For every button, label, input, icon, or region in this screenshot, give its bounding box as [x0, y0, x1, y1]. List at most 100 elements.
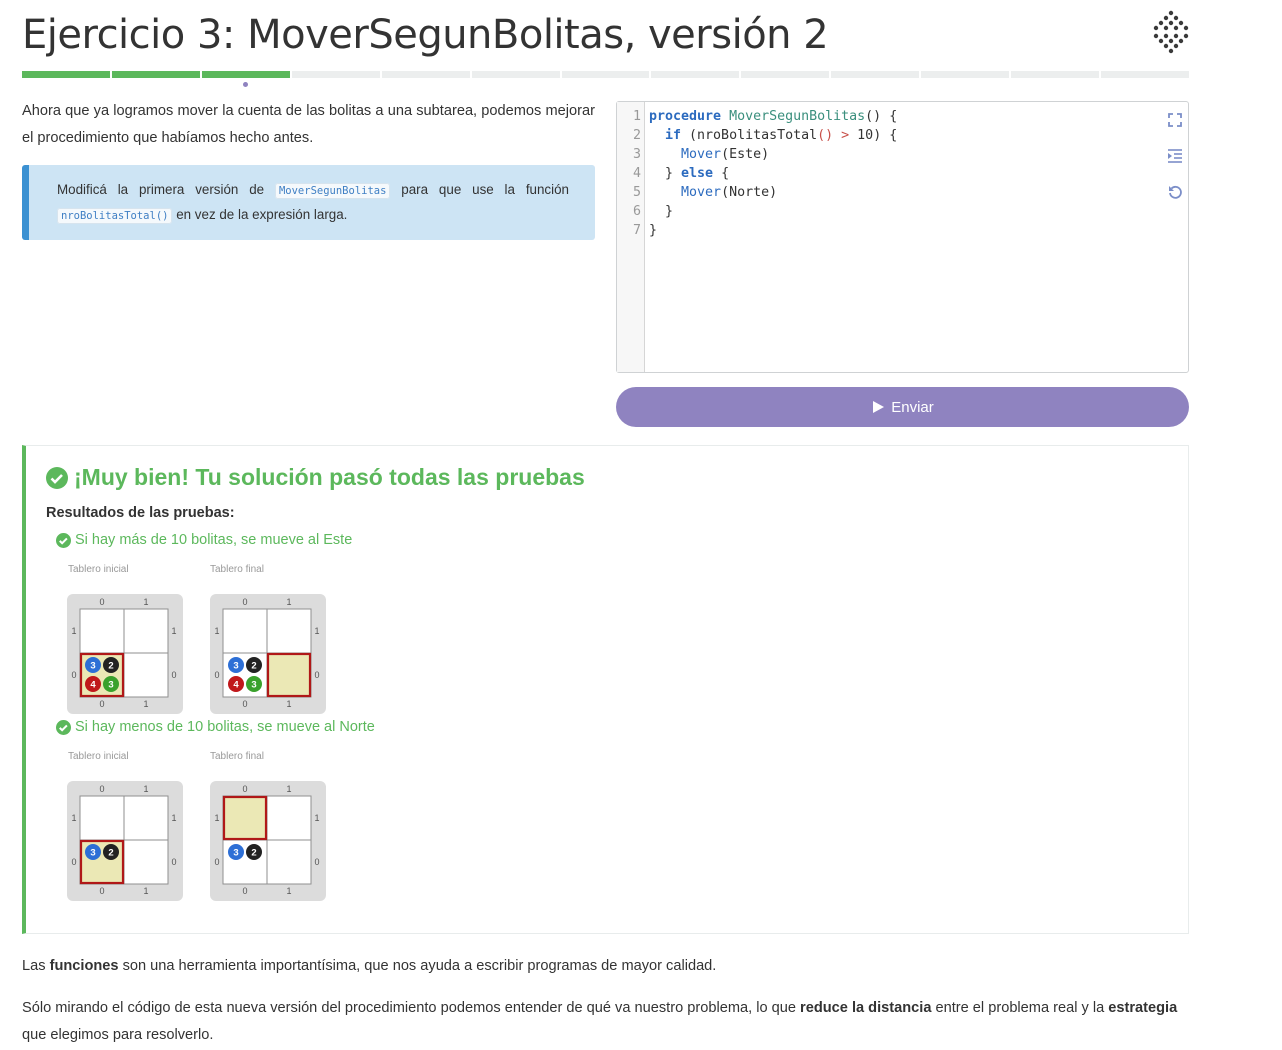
- test-name: Si hay más de 10 bolitas, se mueve al Es…: [75, 532, 353, 548]
- instructions-callout: Modificá la primera versión de MoverSegu…: [22, 165, 595, 240]
- results-title: ¡Muy bien! Tu solución pasó todas las pr…: [46, 464, 585, 491]
- check-circle-icon: [56, 532, 71, 548]
- column-label: 1: [286, 597, 291, 607]
- board-cell: [222, 795, 268, 841]
- code-line[interactable]: 6 }: [617, 202, 1137, 221]
- line-number: 6: [632, 204, 641, 219]
- progress-segment[interactable]: [651, 71, 740, 78]
- progress-segment[interactable]: [831, 71, 920, 78]
- code-editor[interactable]: 1 procedure MoverSegunBolitas() { 2 if (n…: [616, 101, 1189, 373]
- progress-segment[interactable]: [22, 71, 110, 78]
- row-label: 0: [171, 670, 176, 680]
- column-label: 0: [242, 784, 247, 794]
- board-cell: [266, 652, 312, 698]
- instructions-text-part: para que use la función: [390, 182, 569, 197]
- row-label: 1: [171, 813, 176, 823]
- code-line[interactable]: 4 } else {: [617, 164, 1137, 183]
- board-cell: [123, 652, 169, 698]
- board-cell: [79, 795, 125, 841]
- test-result-title[interactable]: Si hay más de 10 bolitas, se mueve al Es…: [56, 532, 352, 548]
- initial-board-label: Tablero inicial: [68, 564, 129, 575]
- board-cell: [79, 608, 125, 654]
- board-initial: 0 0 1 1 1 1 0 0 3 2: [67, 781, 183, 901]
- play-icon: [873, 401, 885, 413]
- footer-paragraph-1: Las funciones son una herramienta import…: [22, 955, 716, 977]
- mumuki-logo-icon[interactable]: [1152, 10, 1190, 54]
- ball-count: 3: [233, 661, 238, 672]
- final-board-label: Tablero final: [210, 564, 264, 575]
- ball-count: 3: [108, 680, 113, 691]
- board-cell: [123, 608, 169, 654]
- check-circle-icon: [56, 719, 71, 735]
- progress-segment[interactable]: [1011, 71, 1100, 78]
- intro-paragraph: Ahora que ya logramos mover la cuenta de…: [22, 103, 595, 146]
- footer-bold: estrategia: [1108, 1000, 1178, 1016]
- current-exercise-marker: [243, 82, 249, 87]
- initial-board-label: Tablero inicial: [68, 751, 129, 762]
- code-line[interactable]: 7}: [617, 221, 1137, 240]
- footer-text: que elegimos para resolverlo.: [22, 1027, 214, 1043]
- row-label: 0: [171, 857, 176, 867]
- row-label: 1: [314, 626, 319, 636]
- inline-code: MoverSegunBolitas: [274, 183, 391, 199]
- reset-icon[interactable]: [1167, 184, 1183, 200]
- progress-segment[interactable]: [201, 71, 290, 78]
- code-line[interactable]: 3 Mover(Este): [617, 145, 1137, 164]
- ball-count: 4: [233, 680, 239, 691]
- row-label: 1: [171, 626, 176, 636]
- column-label: 1: [286, 886, 291, 896]
- code-line[interactable]: 2 if (nroBolitasTotal() > 10) {: [617, 126, 1137, 145]
- progress-segment[interactable]: [1101, 71, 1189, 78]
- board-initial: 001111003243: [67, 594, 183, 714]
- ball-count: 2: [108, 661, 113, 672]
- progress-segment[interactable]: [921, 71, 1010, 78]
- column-label: 1: [143, 597, 148, 607]
- board-cell: [266, 608, 312, 654]
- progress-segment[interactable]: [291, 71, 380, 78]
- row-label: 1: [214, 813, 219, 823]
- exercise-progress-bar: [22, 71, 1189, 79]
- progress-segment[interactable]: [741, 71, 830, 78]
- check-circle-icon: [46, 466, 68, 489]
- fullscreen-icon[interactable]: [1167, 112, 1183, 128]
- board-final: 001111003243: [210, 594, 326, 714]
- line-number: 3: [632, 147, 641, 162]
- instructions-text-part: en vez de la expresión larga.: [172, 207, 348, 222]
- code-line[interactable]: 1 procedure MoverSegunBolitas() {: [617, 107, 1137, 126]
- test-result-title[interactable]: Si hay menos de 10 bolitas, se mueve al …: [56, 719, 375, 735]
- column-label: 0: [242, 699, 247, 709]
- column-label: 1: [286, 699, 291, 709]
- row-label: 1: [71, 626, 76, 636]
- results-subtitle: Resultados de las pruebas:: [46, 505, 235, 521]
- column-label: 0: [99, 886, 104, 896]
- board-cell: [222, 608, 268, 654]
- indent-icon[interactable]: [1167, 148, 1183, 164]
- row-label: 1: [314, 813, 319, 823]
- code-line[interactable]: 5 Mover(Norte): [617, 183, 1137, 202]
- row-label: 1: [71, 813, 76, 823]
- progress-segment[interactable]: [381, 71, 470, 78]
- submit-button[interactable]: Enviar: [616, 387, 1189, 427]
- progress-segment[interactable]: [111, 71, 200, 78]
- column-label: 0: [242, 597, 247, 607]
- column-label: 1: [143, 886, 148, 896]
- line-number: 2: [632, 128, 641, 143]
- test-results-panel: ¡Muy bien! Tu solución pasó todas las pr…: [22, 445, 1189, 934]
- ball-count: 3: [90, 848, 95, 859]
- column-label: 0: [242, 886, 247, 896]
- page-title: Ejercicio 3: MoverSegunBolitas, versión …: [22, 12, 829, 58]
- row-label: 0: [214, 857, 219, 867]
- ball-count: 2: [108, 848, 113, 859]
- ball-count: 2: [251, 848, 256, 859]
- line-number: 5: [632, 185, 641, 200]
- footer-text: entre el problema real y la: [931, 1000, 1109, 1016]
- board-cell: [123, 839, 169, 885]
- line-number: 1: [632, 109, 641, 124]
- submit-button-label: Enviar: [891, 398, 934, 416]
- ball-count: 3: [233, 848, 238, 859]
- footer-bold: funciones: [49, 958, 119, 974]
- final-board-label: Tablero final: [210, 751, 264, 762]
- progress-segment[interactable]: [471, 71, 560, 78]
- progress-segment[interactable]: [561, 71, 650, 78]
- ball-count: 3: [251, 680, 256, 691]
